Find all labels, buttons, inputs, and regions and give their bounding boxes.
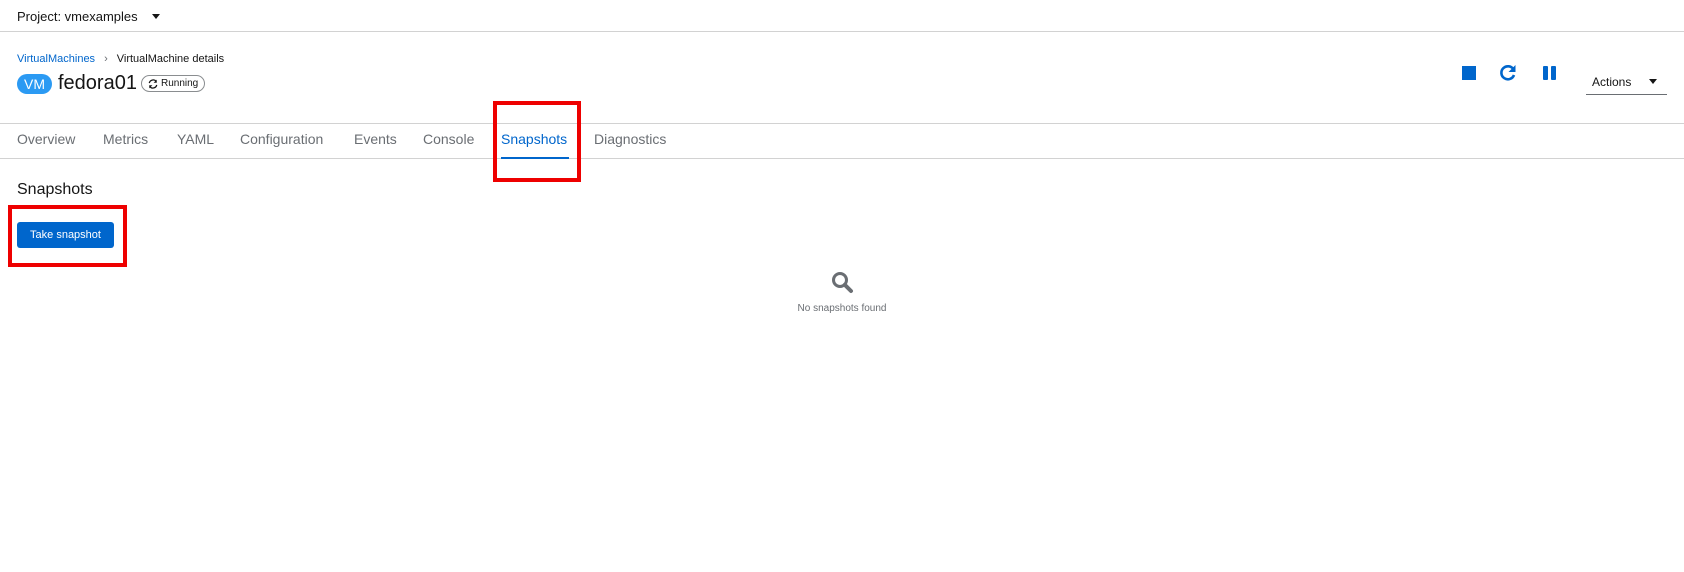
empty-state-text: No snapshots found (797, 303, 887, 314)
stop-icon (1462, 66, 1476, 80)
tab-snapshots[interactable]: Snapshots (501, 131, 567, 147)
caret-down-icon (1649, 79, 1657, 84)
search-icon (832, 272, 853, 293)
status-text: Running (160, 78, 199, 89)
take-snapshot-button[interactable]: Take snapshot (17, 222, 114, 248)
restart-button[interactable] (1497, 62, 1519, 84)
tab-yaml[interactable]: YAML (177, 131, 214, 147)
tab-overview[interactable]: Overview (17, 131, 75, 147)
project-selector[interactable]: Project: vmexamples (17, 6, 160, 26)
breadcrumb-current: VirtualMachine details (116, 53, 225, 65)
tabs-bar: Overview Metrics YAML Configuration Even… (0, 123, 1684, 159)
project-bar: Project: vmexamples (0, 0, 1684, 32)
empty-state: No snapshots found (0, 270, 1684, 314)
page-title: VM fedora01 Running (17, 72, 206, 95)
project-label: Project: vmexamples (17, 8, 138, 24)
pause-button[interactable] (1539, 62, 1561, 84)
pause-icon (1543, 66, 1556, 80)
vm-badge: VM (17, 73, 52, 94)
active-tab-indicator (501, 157, 569, 159)
breadcrumb: VirtualMachines › VirtualMachine details (17, 53, 224, 65)
tab-console[interactable]: Console (423, 131, 474, 147)
chevron-right-icon: › (104, 53, 108, 65)
stop-button[interactable] (1458, 62, 1480, 84)
tab-events[interactable]: Events (354, 131, 397, 147)
tab-configuration[interactable]: Configuration (240, 131, 323, 147)
tab-diagnostics[interactable]: Diagnostics (594, 131, 666, 147)
caret-down-icon (151, 13, 160, 19)
sync-icon (148, 78, 158, 89)
section-title: Snapshots (17, 181, 93, 198)
status-badge: Running (140, 75, 206, 92)
vm-name: fedora01 (58, 72, 137, 94)
breadcrumb-virtualmachines-link[interactable]: VirtualMachines (17, 53, 95, 65)
restart-icon (1500, 65, 1516, 81)
tab-metrics[interactable]: Metrics (103, 131, 148, 147)
actions-label: Actions (1592, 74, 1632, 89)
actions-dropdown[interactable]: Actions (1586, 69, 1667, 95)
